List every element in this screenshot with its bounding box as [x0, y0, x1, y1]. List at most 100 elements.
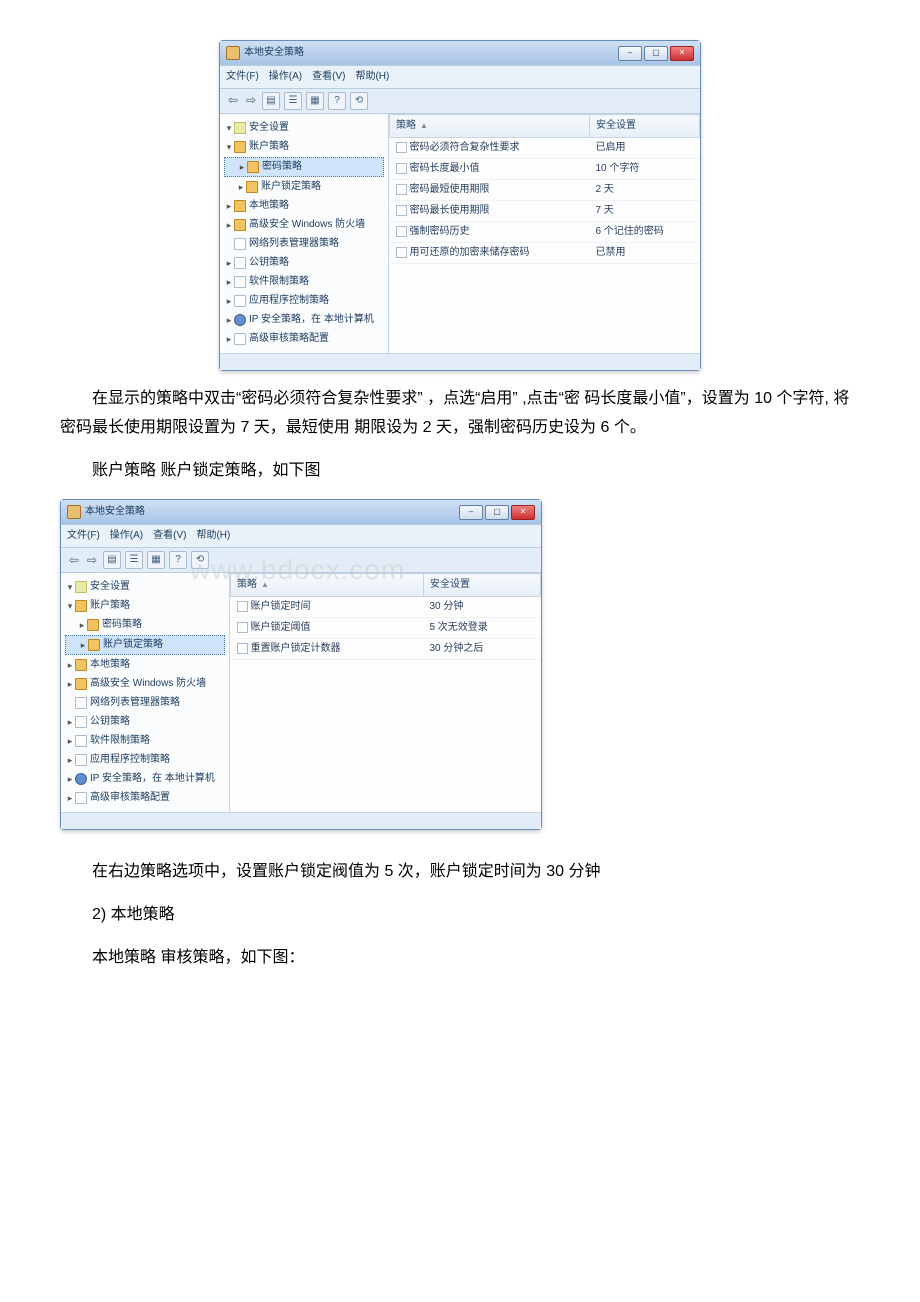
expand-icon[interactable]: ▸ — [65, 657, 75, 673]
toolbar-btn-3[interactable]: ▦ — [306, 92, 324, 110]
tree-root[interactable]: ▾ 安全设置 — [224, 119, 384, 137]
menu-help[interactable]: 帮助(H) — [196, 527, 230, 545]
tree-item[interactable]: ▸密码策略 — [65, 616, 225, 634]
expand-icon[interactable]: ▸ — [65, 714, 75, 730]
tree-item[interactable]: ▾账户策略 — [65, 597, 225, 615]
policy-row[interactable]: 重置账户锁定计数器30 分钟之后 — [231, 639, 541, 660]
tree-item[interactable]: ▸ 高级审核策略配置 — [65, 789, 225, 807]
tree-item[interactable]: ▸密码策略 — [224, 157, 384, 177]
toolbar-btn-5[interactable]: ⟲ — [191, 551, 209, 569]
item-icon — [237, 643, 248, 654]
toolbar-btn-1[interactable]: ▤ — [262, 92, 280, 110]
tree-root[interactable]: ▾ 安全设置 — [65, 578, 225, 596]
forward-button[interactable]: ⇨ — [85, 552, 99, 568]
policy-list[interactable]: 策略▲ 安全设置 账户锁定时间30 分钟账户锁定阈值5 次无效登录重置账户锁定计… — [230, 573, 541, 812]
toolbar-btn-3[interactable]: ▦ — [147, 551, 165, 569]
tree-item-label: 高级安全 Windows 防火墙 — [249, 216, 365, 234]
forward-button[interactable]: ⇨ — [244, 93, 258, 109]
menu-action[interactable]: 操作(A) — [269, 68, 302, 86]
menu-view[interactable]: 查看(V) — [153, 527, 186, 545]
expand-icon[interactable]: ▸ — [224, 293, 234, 309]
menu-help[interactable]: 帮助(H) — [355, 68, 389, 86]
tree-item[interactable]: 网络列表管理器策略 — [65, 694, 225, 712]
expand-icon[interactable]: ▾ — [224, 139, 234, 155]
menu-view[interactable]: 查看(V) — [312, 68, 345, 86]
tree-item[interactable]: ▸本地策略 — [224, 197, 384, 215]
tree-item[interactable]: ▸IP 安全策略，在 本地计算机 — [224, 311, 384, 329]
nav-tree[interactable]: ▾ 安全设置 ▾账户策略▸密码策略▸账户锁定策略▸本地策略▸高级安全 Windo… — [61, 573, 230, 812]
tree-item[interactable]: ▸高级审核策略配置 — [224, 330, 384, 348]
folder-icon — [75, 659, 87, 671]
expand-icon[interactable]: ▸ — [65, 733, 75, 749]
expand-icon[interactable]: ▸ — [224, 255, 234, 271]
tree-item[interactable]: ▸公钥策略 — [65, 713, 225, 731]
expand-icon[interactable]: ▸ — [236, 179, 246, 195]
expand-icon[interactable]: ▸ — [224, 198, 234, 214]
col-setting[interactable]: 安全设置 — [589, 115, 699, 138]
col-policy[interactable]: 策略▲ — [231, 574, 424, 597]
toolbar-btn-1[interactable]: ▤ — [103, 551, 121, 569]
expand-icon[interactable]: ▸ — [65, 771, 75, 787]
expand-icon[interactable]: ▸ — [224, 331, 234, 347]
app-icon — [67, 505, 81, 519]
toolbar-btn-4[interactable]: ? — [328, 92, 346, 110]
policy-row[interactable]: 用可还原的加密来储存密码已禁用 — [390, 243, 700, 264]
expand-icon[interactable]: ▸ — [77, 617, 87, 633]
menu-file[interactable]: 文件(F) — [67, 527, 100, 545]
titlebar[interactable]: 本地安全策略 – ▢ ✕ — [220, 41, 700, 65]
tree-item[interactable]: ▾账户策略 — [224, 138, 384, 156]
expand-icon[interactable]: ▸ — [78, 637, 88, 653]
folder-icon — [234, 141, 246, 153]
tree-item[interactable]: ▸账户锁定策略 — [65, 635, 225, 655]
policy-row[interactable]: 账户锁定时间30 分钟 — [231, 597, 541, 618]
back-button[interactable]: ⇦ — [67, 552, 81, 568]
policy-list[interactable]: 策略▲ 安全设置 密码必须符合复杂性要求已启用密码长度最小值10 个字符密码最短… — [389, 114, 700, 353]
maximize-button[interactable]: ▢ — [485, 505, 509, 520]
tree-item-label: 网络列表管理器策略 — [90, 694, 180, 712]
policy-row[interactable]: 密码最长使用期限7 天 — [390, 201, 700, 222]
tree-item[interactable]: ▸ 高级安全 Windows 防火墙 — [224, 216, 384, 234]
close-button[interactable]: ✕ — [670, 46, 694, 61]
tree-item[interactable]: ▸公钥策略 — [224, 254, 384, 272]
nav-tree[interactable]: ▾ 安全设置 ▾账户策略▸密码策略▸账户锁定策略▸本地策略▸高级安全 Windo… — [220, 114, 389, 353]
tree-item[interactable]: ▸软件限制策略 — [224, 273, 384, 291]
tree-item[interactable]: 网络列表管理器策略 — [224, 235, 384, 253]
toolbar-btn-4[interactable]: ? — [169, 551, 187, 569]
maximize-button[interactable]: ▢ — [644, 46, 668, 61]
tree-item[interactable]: ▸软件限制策略 — [65, 732, 225, 750]
tree-item-label: 高级审核策略配置 — [90, 789, 170, 807]
menu-action[interactable]: 操作(A) — [110, 527, 143, 545]
policy-row[interactable]: 账户锁定阈值5 次无效登录 — [231, 618, 541, 639]
back-button[interactable]: ⇦ — [226, 93, 240, 109]
expand-icon[interactable]: ▸ — [224, 312, 234, 328]
toolbar-btn-5[interactable]: ⟲ — [350, 92, 368, 110]
minimize-button[interactable]: – — [618, 46, 642, 61]
expand-icon[interactable]: ▸ — [65, 790, 75, 806]
menu-file[interactable]: 文件(F) — [226, 68, 259, 86]
expand-icon[interactable]: ▸ — [65, 676, 75, 692]
expand-icon[interactable]: ▸ — [65, 752, 75, 768]
titlebar[interactable]: 本地安全策略 – ▢ ✕ — [61, 500, 541, 524]
tree-item[interactable]: ▸账户锁定策略 — [224, 178, 384, 196]
policy-name: 账户锁定阈值 — [251, 622, 311, 633]
policy-row[interactable]: 密码必须符合复杂性要求已启用 — [390, 138, 700, 159]
tree-item[interactable]: ▸本地策略 — [65, 656, 225, 674]
expand-icon[interactable]: ▾ — [65, 598, 75, 614]
expand-icon[interactable]: ▸ — [237, 159, 247, 175]
tree-item[interactable]: ▸高级安全 Windows 防火墙 — [65, 675, 225, 693]
col-setting[interactable]: 安全设置 — [423, 574, 540, 597]
tree-item[interactable]: ▸应用程序控制策略 — [224, 292, 384, 310]
folder-icon — [234, 219, 246, 231]
policy-row[interactable]: 强制密码历史6 个记住的密码 — [390, 222, 700, 243]
policy-row[interactable]: 密码最短使用期限2 天 — [390, 180, 700, 201]
col-policy[interactable]: 策略▲ — [390, 115, 590, 138]
policy-row[interactable]: 密码长度最小值10 个字符 — [390, 159, 700, 180]
tree-item[interactable]: ▸应用程序控制策略 — [65, 751, 225, 769]
close-button[interactable]: ✕ — [511, 505, 535, 520]
toolbar-btn-2[interactable]: ☰ — [284, 92, 302, 110]
tree-item[interactable]: ▸IP 安全策略，在 本地计算机 — [65, 770, 225, 788]
minimize-button[interactable]: – — [459, 505, 483, 520]
toolbar-btn-2[interactable]: ☰ — [125, 551, 143, 569]
expand-icon[interactable]: ▸ — [224, 217, 234, 233]
expand-icon[interactable]: ▸ — [224, 274, 234, 290]
